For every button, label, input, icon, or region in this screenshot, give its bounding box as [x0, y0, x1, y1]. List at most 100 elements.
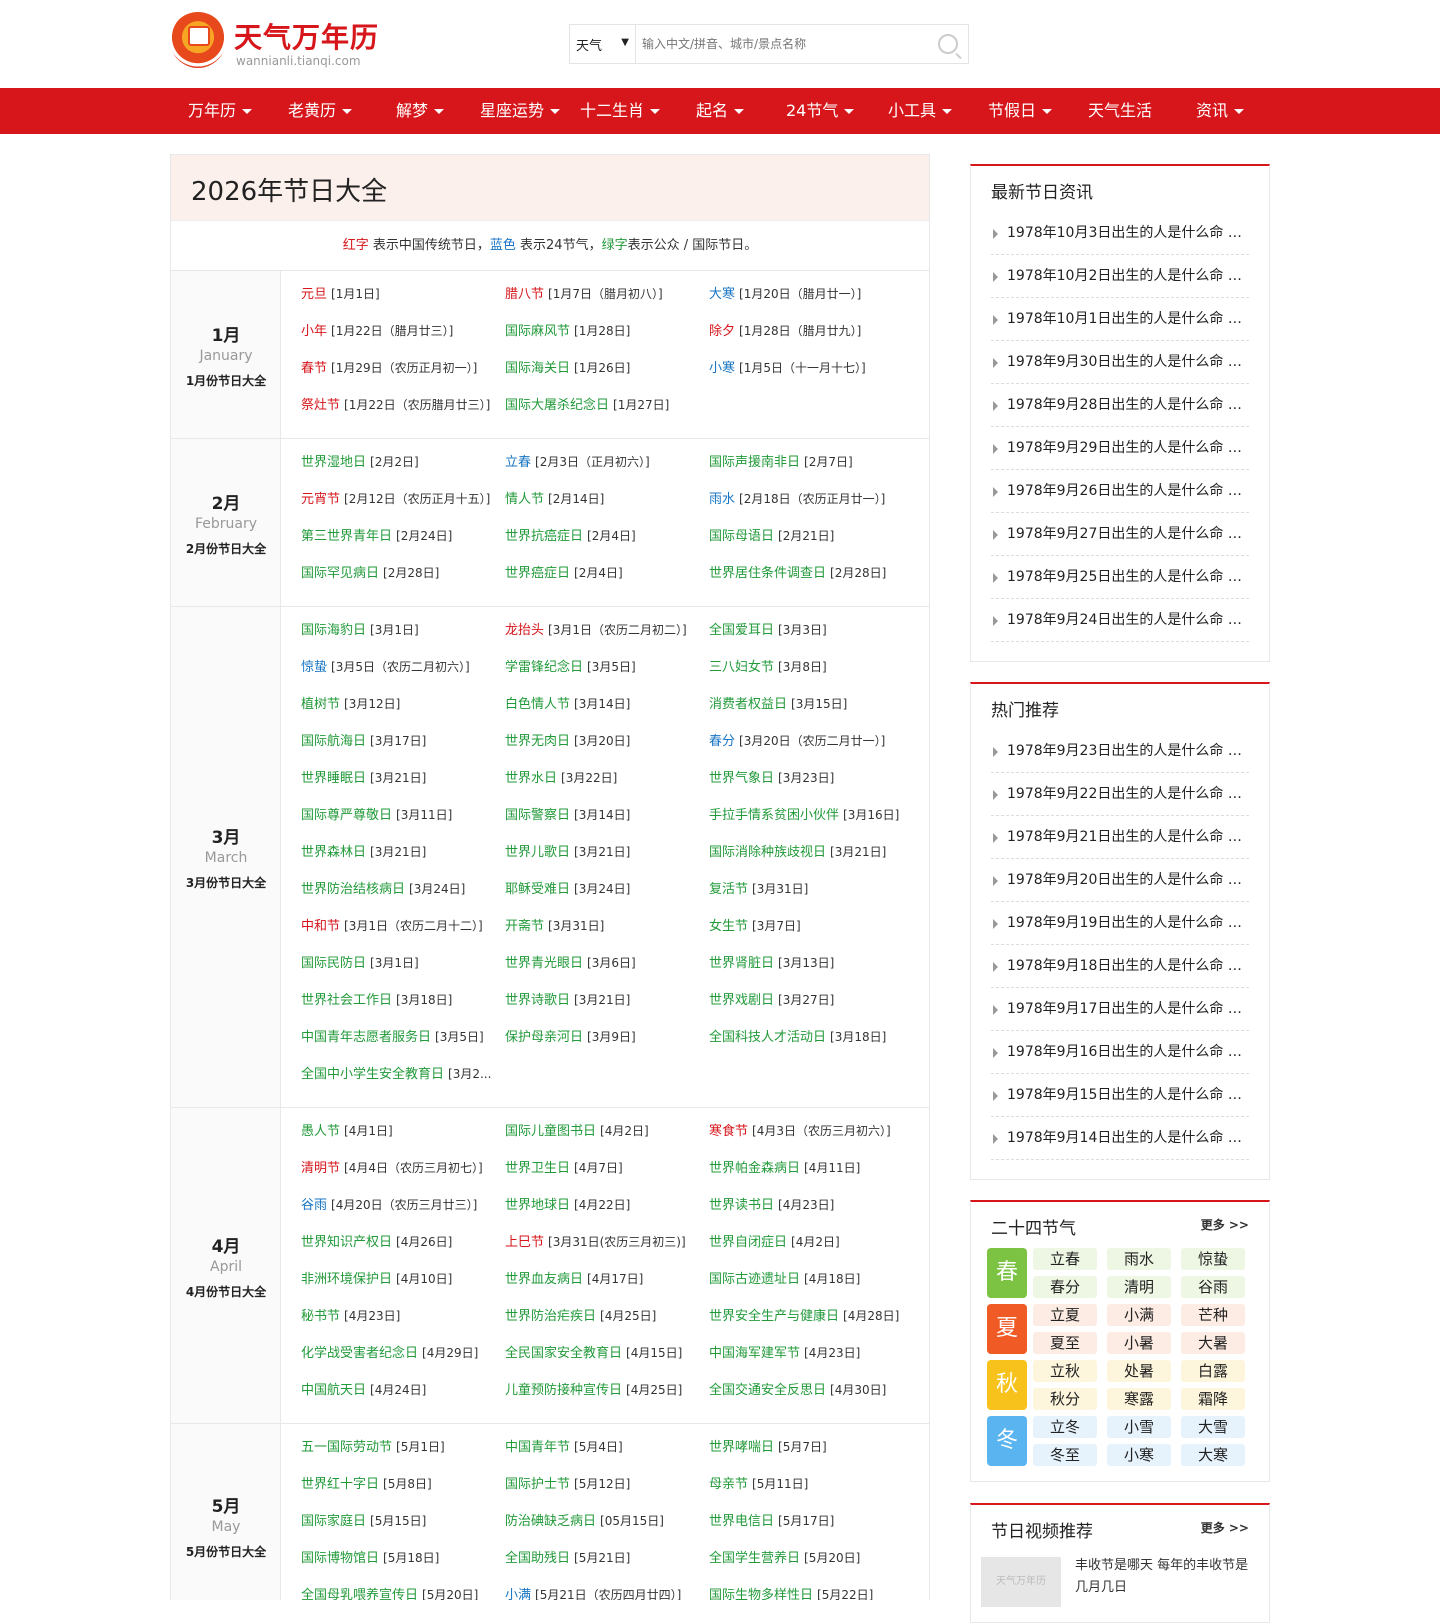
festival-name-link[interactable]: 寒食节 [709, 1124, 748, 1139]
solar-term-link[interactable]: 立冬 [1033, 1416, 1097, 1438]
news-item-link[interactable]: 1978年9月20日出生的人是什么命 1978年9月20日 [991, 859, 1249, 902]
festival-name-link[interactable]: 世界青光眼日 [505, 956, 583, 971]
solar-term-link[interactable]: 白露 [1181, 1360, 1245, 1382]
festival-name-link[interactable]: 世界哮喘日 [709, 1440, 774, 1455]
festival-name-link[interactable]: 世界防治疟疾日 [505, 1309, 596, 1324]
festival-name-link[interactable]: 国际警察日 [505, 808, 570, 823]
festival-name-link[interactable]: 非洲环境保护日 [301, 1272, 392, 1287]
festival-name-link[interactable]: 国际母语日 [709, 529, 774, 544]
solar-term-link[interactable]: 小雪 [1107, 1416, 1171, 1438]
festival-name-link[interactable]: 国际麻风节 [505, 324, 570, 339]
festival-name-link[interactable]: 保护母亲河日 [505, 1030, 583, 1045]
month-detail-link[interactable]: 5月份节日大全 [171, 1543, 281, 1560]
news-item-link[interactable]: 1978年10月2日出生的人是什么命 1978年10月2日 [991, 255, 1249, 298]
festival-name-link[interactable]: 世界无肉日 [505, 734, 570, 749]
festival-name-link[interactable]: 春节 [301, 361, 327, 376]
month-detail-link[interactable]: 1月份节日大全 [171, 372, 281, 389]
festival-name-link[interactable]: 世界知识产权日 [301, 1235, 392, 1250]
nav-item-10[interactable]: 资讯 [1196, 88, 1245, 134]
festival-name-link[interactable]: 全国科技人才活动日 [709, 1030, 826, 1045]
festival-name-link[interactable]: 国际生物多样性日 [709, 1588, 813, 1600]
festival-name-link[interactable]: 龙抬头 [505, 623, 544, 638]
festival-name-link[interactable]: 世界防治结核病日 [301, 882, 405, 897]
festival-name-link[interactable]: 世界戏剧日 [709, 993, 774, 1008]
nav-item-4[interactable]: 十二生肖 [580, 88, 661, 134]
news-item-link[interactable]: 1978年9月22日出生的人是什么命 1978年9月22日 [991, 773, 1249, 816]
festival-name-link[interactable]: 全国助残日 [505, 1551, 570, 1566]
festival-name-link[interactable]: 中国青年节 [505, 1440, 570, 1455]
festival-name-link[interactable]: 国际大屠杀纪念日 [505, 398, 609, 413]
festival-name-link[interactable]: 秘书节 [301, 1309, 340, 1324]
festival-name-link[interactable]: 清明节 [301, 1161, 340, 1176]
festival-name-link[interactable]: 国际儿童图书日 [505, 1124, 596, 1139]
festival-name-link[interactable]: 国际消除种族歧视日 [709, 845, 826, 860]
festival-name-link[interactable]: 国际海关日 [505, 361, 570, 376]
festival-name-link[interactable]: 世界居住条件调查日 [709, 566, 826, 581]
festival-name-link[interactable]: 国际民防日 [301, 956, 366, 971]
news-item-link[interactable]: 1978年9月18日出生的人是什么命 1978年9月18日 [991, 945, 1249, 988]
news-item-link[interactable]: 1978年9月23日出生的人是什么命 1978年9月23日 [991, 730, 1249, 773]
festival-name-link[interactable]: 中国航天日 [301, 1383, 366, 1398]
solar-term-link[interactable]: 小暑 [1107, 1332, 1171, 1354]
festival-name-link[interactable]: 世界诗歌日 [505, 993, 570, 1008]
news-item-link[interactable]: 1978年9月14日出生的人是什么命 1978年9月14日 [991, 1117, 1249, 1160]
nav-item-1[interactable]: 老黄历 [288, 88, 353, 134]
festival-name-link[interactable]: 国际古迹遗址日 [709, 1272, 800, 1287]
solar-term-link[interactable]: 霜降 [1181, 1388, 1245, 1410]
festival-name-link[interactable]: 化学战受害者纪念日 [301, 1346, 418, 1361]
solar-term-link[interactable]: 大暑 [1181, 1332, 1245, 1354]
festival-name-link[interactable]: 国际罕见病日 [301, 566, 379, 581]
festival-name-link[interactable]: 学雷锋纪念日 [505, 660, 583, 675]
nav-item-6[interactable]: 24节气 [786, 88, 855, 134]
festival-name-link[interactable]: 国际尊严尊敬日 [301, 808, 392, 823]
festival-name-link[interactable]: 世界社会工作日 [301, 993, 392, 1008]
festival-name-link[interactable]: 世界湿地日 [301, 455, 366, 470]
festival-name-link[interactable]: 小年 [301, 324, 327, 339]
month-detail-link[interactable]: 2月份节日大全 [171, 540, 281, 557]
news-item-link[interactable]: 1978年9月26日出生的人是什么命 1978年9月26日 [991, 470, 1249, 513]
festival-name-link[interactable]: 国际航海日 [301, 734, 366, 749]
nav-item-9[interactable]: 天气生活 [1088, 88, 1152, 134]
solar-term-link[interactable]: 大雪 [1181, 1416, 1245, 1438]
festival-name-link[interactable]: 复活节 [709, 882, 748, 897]
solar-term-link[interactable]: 立夏 [1033, 1304, 1097, 1326]
festival-name-link[interactable]: 国际护士节 [505, 1477, 570, 1492]
festival-name-link[interactable]: 全国母乳喂养宣传日 [301, 1588, 418, 1600]
solar-term-link[interactable]: 大寒 [1181, 1444, 1245, 1466]
festival-name-link[interactable]: 世界帕金森病日 [709, 1161, 800, 1176]
festival-name-link[interactable]: 情人节 [505, 492, 544, 507]
festival-name-link[interactable]: 上巳节 [505, 1235, 544, 1250]
festival-name-link[interactable]: 世界自闭症日 [709, 1235, 787, 1250]
news-item-link[interactable]: 1978年9月19日出生的人是什么命 1978年9月19日 [991, 902, 1249, 945]
solar-term-link[interactable]: 春分 [1033, 1276, 1097, 1298]
festival-name-link[interactable]: 中和节 [301, 919, 340, 934]
solar-term-link[interactable]: 处暑 [1107, 1360, 1171, 1382]
festival-name-link[interactable]: 儿童预防接种宣传日 [505, 1383, 622, 1398]
festival-name-link[interactable]: 消费者权益日 [709, 697, 787, 712]
video-more-link[interactable]: 更多 >> [1201, 1519, 1249, 1536]
festival-name-link[interactable]: 腊八节 [505, 287, 544, 302]
solar-term-link[interactable]: 小寒 [1107, 1444, 1171, 1466]
nav-item-7[interactable]: 小工具 [888, 88, 953, 134]
festival-name-link[interactable]: 全国爱耳日 [709, 623, 774, 638]
festival-name-link[interactable]: 全国中小学生安全教育日 [301, 1067, 444, 1082]
news-item-link[interactable]: 1978年9月30日出生的人是什么命 1978年9月30日 [991, 341, 1249, 384]
festival-name-link[interactable]: 世界卫生日 [505, 1161, 570, 1176]
festival-name-link[interactable]: 世界森林日 [301, 845, 366, 860]
solar-term-link[interactable]: 立春 [1033, 1248, 1097, 1270]
festival-name-link[interactable]: 愚人节 [301, 1124, 340, 1139]
festival-name-link[interactable]: 手拉手情系贫困小伙伴 [709, 808, 839, 823]
site-logo[interactable]: 天气万年历 wannianli.tianqi.com [170, 10, 390, 70]
news-item-link[interactable]: 1978年9月16日出生的人是什么命 1978年9月16日 [991, 1031, 1249, 1074]
festival-name-link[interactable]: 全民国家安全教育日 [505, 1346, 622, 1361]
solar-term-link[interactable]: 冬至 [1033, 1444, 1097, 1466]
solar-term-link[interactable]: 清明 [1107, 1276, 1171, 1298]
festival-name-link[interactable]: 五一国际劳动节 [301, 1440, 392, 1455]
news-item-link[interactable]: 1978年9月21日出生的人是什么命 1978年9月21日 [991, 816, 1249, 859]
solar-term-link[interactable]: 夏至 [1033, 1332, 1097, 1354]
festival-name-link[interactable]: 世界地球日 [505, 1198, 570, 1213]
month-detail-link[interactable]: 3月份节日大全 [171, 874, 281, 891]
news-item-link[interactable]: 1978年9月27日出生的人是什么命 1978年9月27日 [991, 513, 1249, 556]
festival-name-link[interactable]: 白色情人节 [505, 697, 570, 712]
solar-term-link[interactable]: 小满 [1107, 1304, 1171, 1326]
